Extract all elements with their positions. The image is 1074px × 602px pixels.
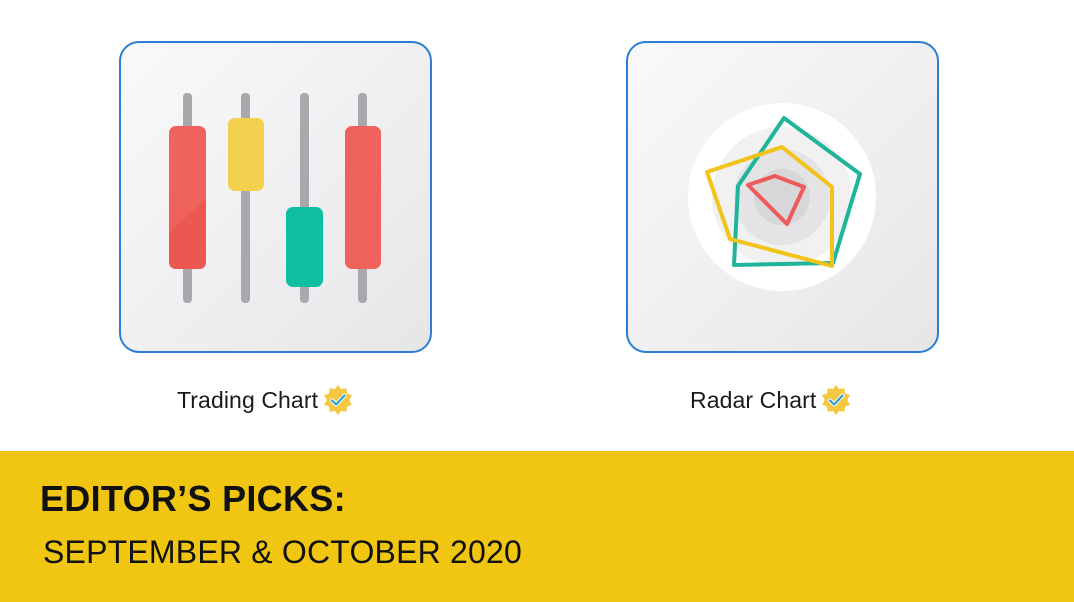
verified-badge-icon	[820, 384, 852, 416]
banner-subtitle: SEPTEMBER & OCTOBER 2020	[43, 534, 523, 570]
radar-chart-icon	[688, 103, 876, 291]
trading-chart-title: Trading Chart	[177, 386, 319, 413]
banner-title: EDITOR’S PICKS:	[40, 478, 346, 519]
editors-picks-banner: EDITOR’S PICKS: SEPTEMBER & OCTOBER 2020	[0, 451, 1074, 602]
radar-chart-title: Radar Chart	[690, 386, 817, 413]
candlestick-chart-icon	[169, 93, 381, 303]
trading-chart-card[interactable]	[119, 41, 432, 353]
trading-chart-label[interactable]: Trading Chart	[177, 382, 354, 418]
radar-chart-label[interactable]: Radar Chart	[690, 382, 852, 418]
verified-badge-icon	[322, 384, 354, 416]
radar-chart-card[interactable]	[626, 41, 939, 353]
